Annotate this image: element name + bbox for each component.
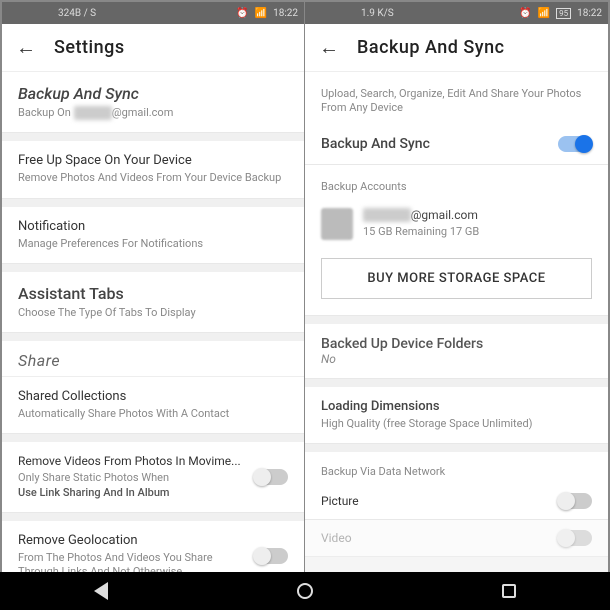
item-subtitle: Only Share Static Photos When Use Link S… — [18, 471, 244, 500]
nav-home-icon[interactable] — [297, 583, 313, 599]
status-data: 1.9 K/S — [361, 8, 394, 19]
backup-sync-panel: 1.9 K/S ⏰ 📶 95 18:22 ← Backup And Sync U… — [305, 2, 608, 608]
alarm-icon: ⏰ — [519, 8, 531, 19]
status-data: 324B / S — [58, 8, 96, 19]
account-row[interactable]: xxxxxxxx@gmail.com 15 GB Remaining 17 GB — [321, 200, 592, 248]
picture-toggle[interactable] — [558, 493, 592, 509]
network-section: Backup Via Data Network — [305, 452, 608, 483]
assistant-tabs-item[interactable]: Assistant Tabs Choose The Type Of Tabs T… — [2, 272, 304, 333]
item-title: Free Up Space On Your Device — [18, 153, 288, 168]
item-title: Backup And Sync — [18, 84, 288, 103]
remove-videos-toggle[interactable] — [254, 469, 288, 485]
nav-recents-icon[interactable] — [502, 584, 516, 598]
header-left: ← Settings — [2, 24, 304, 72]
item-label: Video — [321, 531, 352, 545]
item-title: Notification — [18, 219, 288, 234]
video-backup-item[interactable]: Video — [305, 520, 608, 557]
back-arrow-icon[interactable]: ← — [319, 35, 339, 60]
account-storage: 15 GB Remaining 17 GB — [363, 225, 479, 239]
settings-panel: 324B / S ⏰ 📶 18:22 ← Settings Backup And… — [2, 2, 305, 608]
item-title: Loading Dimensions — [321, 399, 592, 414]
video-toggle[interactable] — [558, 530, 592, 546]
item-subtitle: Automatically Share Photos With A Contac… — [18, 407, 288, 421]
backup-sync-item[interactable]: Backup And Sync Backup On xxxxxxx@gmail.… — [2, 72, 304, 133]
redacted-email: xxxxxxxx — [363, 208, 411, 222]
status-time: 18:22 — [273, 8, 298, 19]
description-text: Upload, Search, Organize, Edit And Share… — [321, 87, 592, 116]
remove-geolocation-toggle[interactable] — [254, 548, 288, 564]
device-folders-item[interactable]: Backed Up Device Folders No — [305, 324, 608, 379]
item-title: Assistant Tabs — [18, 284, 288, 303]
backup-sync-toggle[interactable] — [558, 136, 592, 152]
shared-collections-item[interactable]: Shared Collections Automatically Share P… — [2, 377, 304, 434]
remove-videos-item[interactable]: Remove Videos From Photos In Movime... O… — [2, 442, 304, 513]
free-up-space-item[interactable]: Free Up Space On Your Device Remove Phot… — [2, 141, 304, 198]
item-title: Remove Videos From Photos In Movime... — [18, 454, 244, 468]
header-right: ← Backup And Sync — [305, 24, 608, 72]
redacted-email: xxxxxxx — [74, 106, 112, 120]
item-subtitle: Choose The Type Of Tabs To Display — [18, 306, 288, 320]
page-title: Backup And Sync — [357, 37, 505, 58]
item-subtitle: Backup On xxxxxxx@gmail.com — [18, 106, 288, 120]
signal-icon: 📶 — [255, 8, 267, 19]
page-title: Settings — [54, 37, 125, 58]
description-block: Upload, Search, Organize, Edit And Share… — [305, 72, 608, 165]
item-title: Shared Collections — [18, 389, 288, 404]
item-subtitle: No — [321, 352, 592, 366]
backup-accounts-section: Backup Accounts xxxxxxxx@gmail.com 15 GB… — [305, 165, 608, 316]
android-nav-bar — [0, 572, 610, 610]
signal-icon: 📶 — [538, 8, 550, 19]
item-title: Remove Geolocation — [18, 533, 244, 548]
account-email: xxxxxxxx@gmail.com — [363, 208, 479, 222]
item-title: Backed Up Device Folders — [321, 336, 592, 352]
loading-dimensions-item[interactable]: Loading Dimensions High Quality (free St… — [305, 387, 608, 444]
item-label: Picture — [321, 494, 359, 508]
picture-backup-item[interactable]: Picture — [305, 483, 608, 520]
status-bar-left: 324B / S ⏰ 📶 18:22 — [2, 2, 304, 24]
back-arrow-icon[interactable]: ← — [16, 35, 36, 60]
accounts-label: Backup Accounts — [321, 180, 592, 194]
notification-item[interactable]: Notification Manage Preferences For Noti… — [2, 207, 304, 264]
share-section-header: Share — [2, 341, 304, 377]
avatar — [321, 208, 353, 240]
item-subtitle: High Quality (free Storage Space Unlimit… — [321, 417, 592, 431]
nav-back-icon[interactable] — [94, 582, 108, 600]
status-time: 18:22 — [577, 8, 602, 19]
item-subtitle: Manage Preferences For Notifications — [18, 237, 288, 251]
backup-sync-label: Backup And Sync — [321, 136, 430, 152]
item-subtitle: Remove Photos And Videos From Your Devic… — [18, 171, 288, 185]
network-label: Backup Via Data Network — [321, 465, 592, 479]
battery-icon: 95 — [556, 8, 571, 19]
status-bar-right: 1.9 K/S ⏰ 📶 95 18:22 — [305, 2, 608, 24]
alarm-icon: ⏰ — [236, 8, 248, 19]
buy-storage-button[interactable]: BUY MORE STORAGE SPACE — [321, 258, 592, 299]
